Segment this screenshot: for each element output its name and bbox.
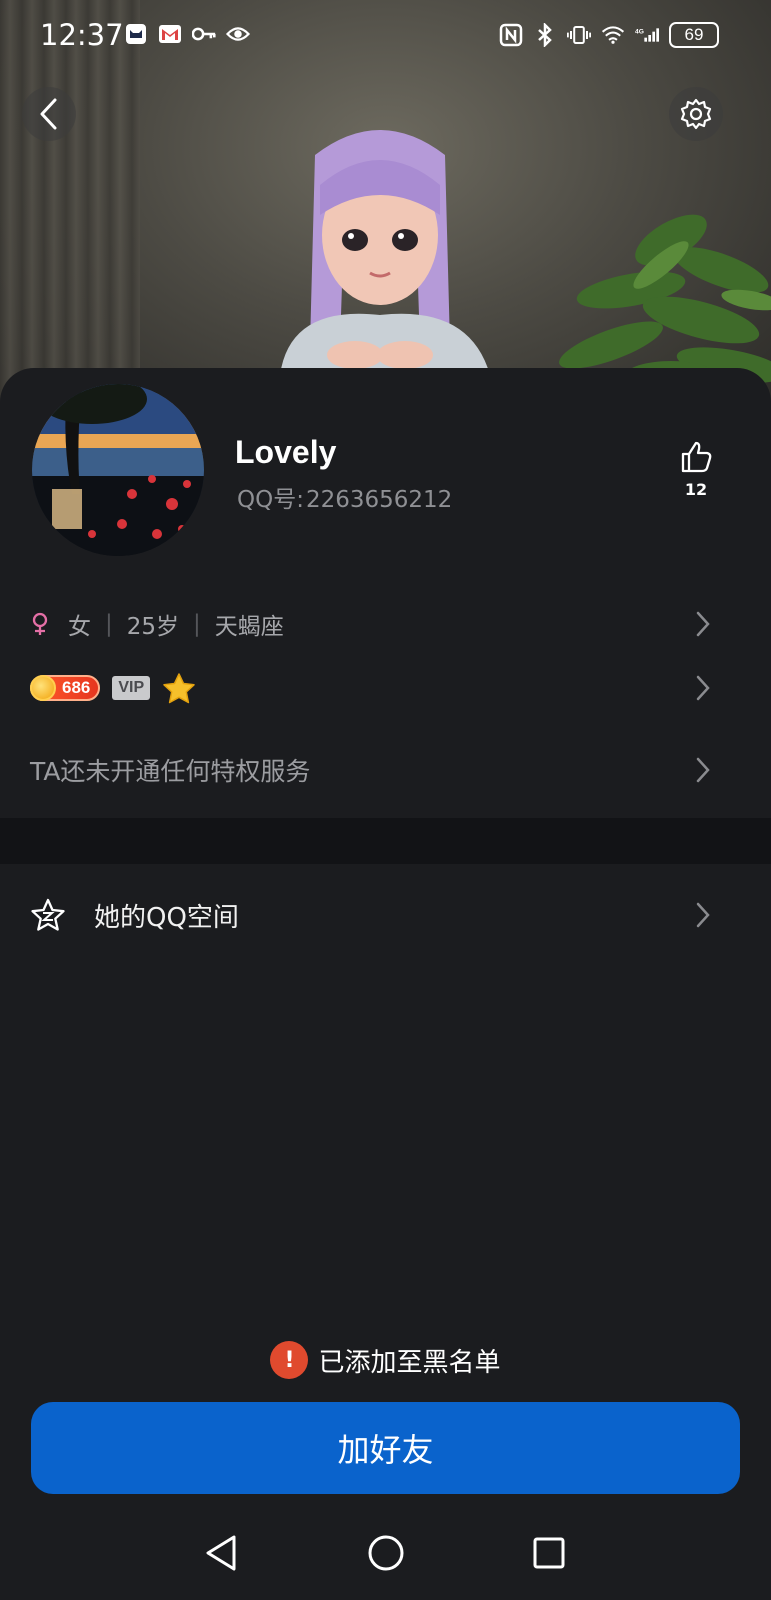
app-cat-icon — [124, 22, 148, 46]
age-text: 25岁 — [126, 614, 180, 640]
like-count: 12 — [684, 480, 708, 499]
qzone-row[interactable]: 她的QQ空间 — [30, 890, 741, 940]
coin-value: 686 — [62, 678, 91, 697]
privilege-text: TA还未开通任何特权服务 — [30, 757, 311, 786]
nav-home-button[interactable] — [361, 1528, 411, 1578]
qq-number: QQ号:2263656212 — [235, 480, 452, 514]
profile-name: Lovely — [235, 434, 337, 470]
warning-icon: ! — [270, 1341, 309, 1379]
blacklist-notice: ! 已添加至黑名单 — [0, 1340, 771, 1380]
star-icon — [163, 673, 195, 704]
add-friend-button[interactable]: 加好友 — [31, 1402, 740, 1494]
status-bar: 12:37 4G 69 — [0, 0, 771, 72]
gear-icon — [680, 98, 712, 130]
nav-home-icon — [368, 1535, 404, 1571]
separator: | — [193, 611, 201, 637]
gender-text: 女 — [68, 614, 91, 640]
qzone-label: 她的QQ空间 — [94, 902, 239, 933]
qq-number-label: QQ号: — [237, 487, 304, 513]
avatar[interactable] — [32, 384, 204, 556]
3d-avatar-figure — [280, 130, 490, 375]
like-button[interactable]: 12 — [672, 440, 720, 499]
zodiac-text: 天蝎座 — [214, 614, 284, 640]
qzone-star-icon — [31, 898, 65, 931]
vibrate-icon — [567, 23, 591, 47]
signal-4g-icon: 4G — [635, 23, 659, 47]
nav-recents-button[interactable] — [524, 1528, 574, 1578]
coin-icon — [30, 675, 56, 701]
gmail-icon — [158, 22, 182, 46]
chevron-right-icon — [696, 675, 710, 701]
settings-button[interactable] — [669, 87, 723, 141]
profile-card: Lovely QQ号:2263656212 12 女 | 25岁 | 天蝎座 6… — [0, 368, 771, 1600]
separator: | — [105, 611, 113, 637]
svg-text:4G: 4G — [635, 29, 644, 36]
key-icon — [192, 22, 216, 46]
back-button[interactable] — [22, 87, 76, 141]
qq-number-value: 2263656212 — [305, 487, 453, 513]
chevron-right-icon — [696, 611, 710, 637]
system-nav-bar — [0, 1510, 771, 1600]
privilege-row[interactable]: TA还未开通任何特权服务 — [30, 750, 741, 790]
wifi-icon — [601, 23, 625, 47]
section-divider — [0, 818, 771, 864]
status-time: 12:37 — [40, 18, 124, 52]
nav-back-icon — [206, 1535, 236, 1571]
nfc-icon — [499, 23, 523, 47]
plant-decoration — [559, 214, 771, 389]
blacklist-text: 已添加至黑名单 — [318, 1347, 501, 1378]
level-coin-badge: 686 — [30, 675, 101, 701]
vip-badge: VIP — [112, 676, 151, 700]
battery-indicator: 69 — [669, 22, 719, 48]
nav-recents-icon — [533, 1537, 565, 1569]
chevron-right-icon — [696, 757, 710, 783]
nav-back-button[interactable] — [196, 1528, 246, 1578]
bluetooth-icon — [533, 23, 557, 47]
female-icon — [32, 612, 48, 635]
badges-row[interactable]: 686 VIP — [30, 668, 741, 708]
chevron-right-icon — [696, 902, 710, 928]
thumbs-up-icon — [681, 441, 712, 473]
basic-info-row[interactable]: 女 | 25岁 | 天蝎座 — [30, 604, 741, 644]
chevron-left-icon — [40, 98, 57, 130]
eye-icon — [226, 22, 250, 46]
